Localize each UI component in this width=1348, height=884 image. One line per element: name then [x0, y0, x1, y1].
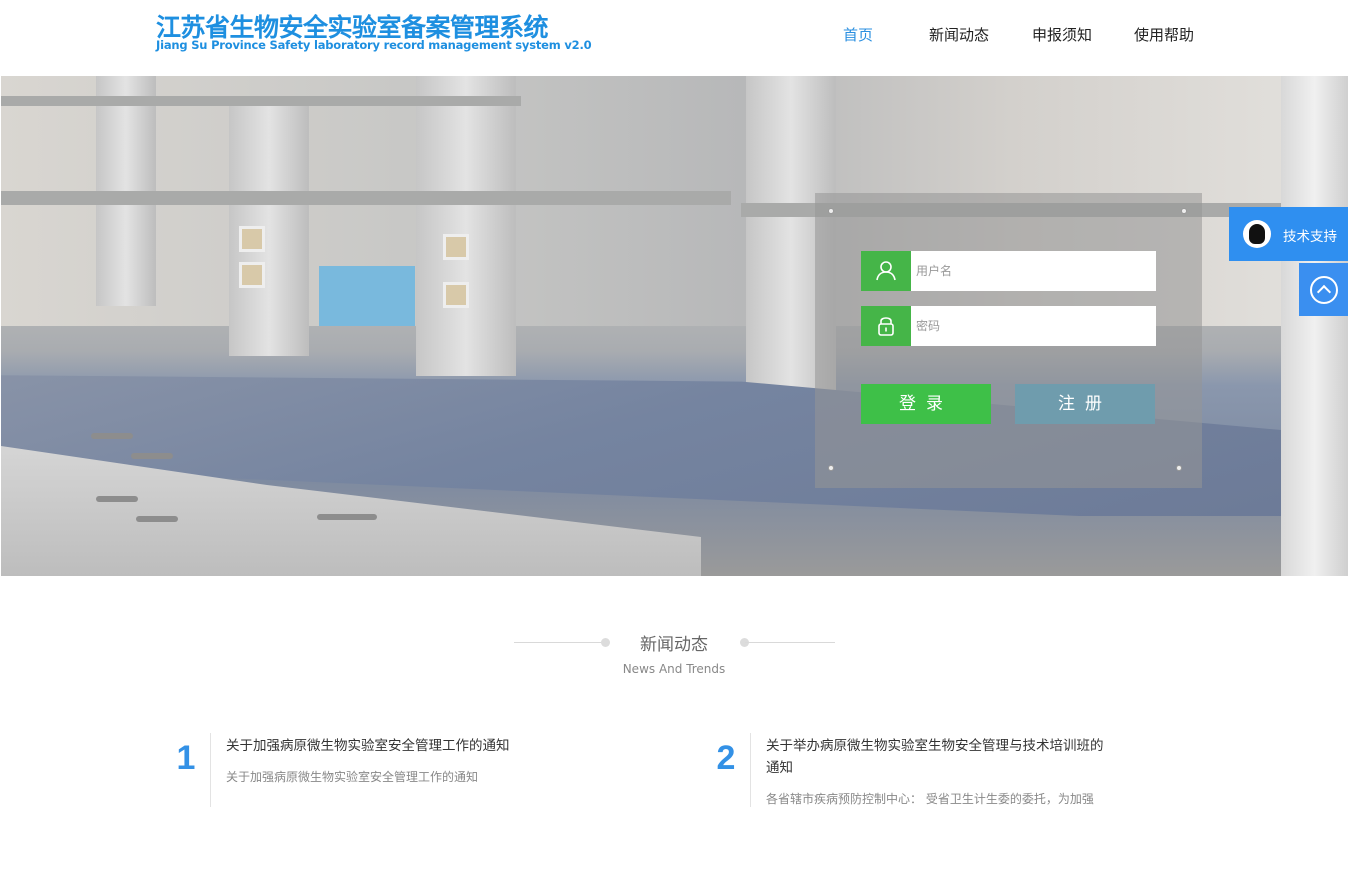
banner-socket — [239, 226, 265, 252]
banner-drawer-handle — [131, 453, 173, 459]
back-to-top-button[interactable] — [1299, 263, 1348, 316]
news-number: 2 — [716, 739, 736, 777]
news-item[interactable]: 1 关于加强病原微生物实验室安全管理工作的通知 关于加强病原微生物实验室安全管理… — [163, 733, 603, 807]
banner-shelf — [1, 191, 731, 205]
password-input[interactable] — [911, 306, 1156, 346]
nav-item-apply-notice[interactable]: 申报须知 — [1032, 24, 1092, 45]
username-field — [861, 251, 1156, 291]
banner-socket — [443, 282, 469, 308]
news-title[interactable]: 关于举办病原微生物实验室生物安全管理与技术培训班的通知 — [766, 735, 1116, 779]
pin-decoration — [828, 465, 834, 471]
qq-icon-figure — [1249, 224, 1265, 244]
pin-decoration — [1181, 208, 1187, 214]
lock-icon — [861, 306, 911, 346]
register-button[interactable]: 注册 — [1015, 384, 1155, 424]
news-section-title: 新闻动态 — [640, 635, 708, 655]
banner-socket — [239, 262, 265, 288]
banner-shelf — [1, 96, 521, 106]
tech-support-label: 技术支持 — [1283, 229, 1337, 245]
nav-item-help[interactable]: 使用帮助 — [1134, 24, 1194, 45]
banner-drawer-handle — [91, 433, 133, 439]
login-button[interactable]: 登录 — [861, 384, 991, 424]
banner-right-frame — [1281, 76, 1348, 576]
news-item[interactable]: 2 关于举办病原微生物实验室生物安全管理与技术培训班的通知 各省辖市疾病预防控制… — [703, 733, 1143, 807]
login-panel: 登录 注册 — [815, 193, 1202, 488]
password-field — [861, 306, 1156, 346]
banner-drawer-handle — [136, 516, 178, 522]
news-divider — [210, 733, 211, 807]
news-desc: 各省辖市疾病预防控制中心： 受省卫生计生委的委托，为加强 — [766, 792, 1094, 806]
news-desc: 关于加强病原微生物实验室安全管理工作的通知 — [226, 770, 479, 784]
pin-decoration — [828, 208, 834, 214]
nav-item-home[interactable]: 首页 — [843, 24, 873, 45]
banner-drawer-handle — [96, 496, 138, 502]
banner-socket — [443, 234, 469, 260]
user-icon — [861, 251, 911, 291]
header: 江苏省生物安全实验室备案管理系统 Jiang Su Province Safet… — [0, 0, 1348, 76]
banner-drawer-handle — [317, 514, 377, 520]
main-nav: 首页 新闻动态 申报须知 使用帮助 — [0, 24, 1348, 46]
pin-decoration — [1176, 465, 1182, 471]
news-title[interactable]: 关于加强病原微生物实验室安全管理工作的通知 — [226, 735, 576, 757]
tech-support-button[interactable]: 技术支持 — [1229, 207, 1348, 261]
nav-item-news[interactable]: 新闻动态 — [929, 24, 989, 45]
banner-blue-tub — [319, 266, 415, 326]
news-divider — [750, 733, 751, 807]
news-number: 1 — [176, 739, 196, 777]
username-input[interactable] — [911, 251, 1156, 291]
news-section-subtitle: News And Trends — [622, 662, 726, 676]
banner-shelf-post — [416, 76, 516, 376]
